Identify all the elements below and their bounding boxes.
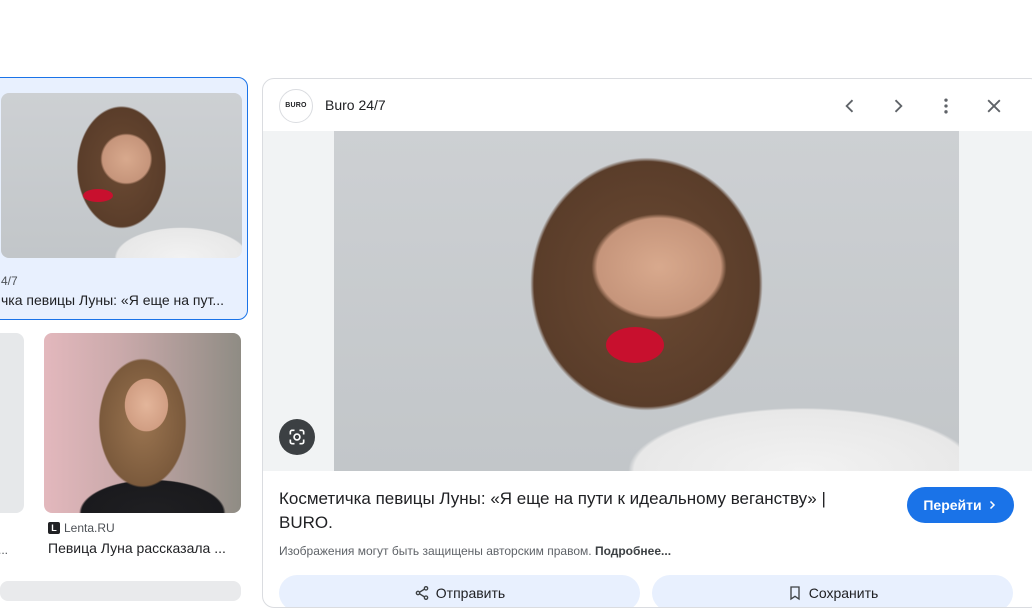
lenta-favicon-icon: L xyxy=(48,522,60,534)
lips-detail xyxy=(606,327,664,363)
source-name[interactable]: Buro 24/7 xyxy=(325,97,386,113)
previous-button[interactable] xyxy=(832,89,868,123)
chevron-right-icon xyxy=(989,500,995,510)
result-title[interactable]: чка певицы Луны: «Я еще на пут... xyxy=(1,292,237,308)
bookmark-icon xyxy=(790,586,800,601)
result-title-lenta[interactable]: Певица Луна рассказала ... xyxy=(48,540,244,556)
preview-headline[interactable]: Косметичка певицы Луны: «Я еще на пути к… xyxy=(279,487,879,535)
visit-button-label: Перейти xyxy=(923,497,982,513)
result-thumbnail-partial[interactable] xyxy=(0,333,24,513)
source-logo[interactable]: BURO xyxy=(279,89,313,123)
google-lens-icon xyxy=(289,429,305,445)
share-icon xyxy=(415,586,429,600)
close-button[interactable] xyxy=(976,89,1012,123)
image-preview-panel: BURO Buro 24/7 Косметичка певицы Луны: «… xyxy=(262,78,1032,608)
result-source-partial: ... xyxy=(0,543,9,557)
preview-image-stage xyxy=(263,131,1032,471)
copyright-text: Изображения могут быть защищены авторски… xyxy=(279,544,592,558)
result-thumbnail-lenta[interactable] xyxy=(44,333,241,513)
copyright-more-link[interactable]: Подробнее... xyxy=(595,544,671,558)
share-button[interactable]: Отправить xyxy=(279,575,640,607)
save-button[interactable]: Сохранить xyxy=(652,575,1013,607)
save-button-label: Сохранить xyxy=(808,585,879,601)
more-vert-icon xyxy=(944,98,948,114)
next-button[interactable] xyxy=(880,89,916,123)
share-button-label: Отправить xyxy=(435,585,506,601)
lips-detail xyxy=(83,189,113,202)
visit-button[interactable]: Перейти xyxy=(907,487,1014,523)
google-lens-button[interactable] xyxy=(279,419,315,455)
result-thumbnail[interactable] xyxy=(1,93,242,258)
more-options-button[interactable] xyxy=(928,89,964,123)
result-source-lenta: Lenta.RU xyxy=(64,521,115,535)
result-card-selected[interactable]: 4/7 чка певицы Луны: «Я еще на пут... xyxy=(0,77,248,320)
result-source: 4/7 xyxy=(1,274,18,288)
chevron-left-icon xyxy=(845,99,854,113)
chevron-right-icon xyxy=(894,99,903,113)
close-icon xyxy=(987,99,1001,113)
result-thumbnail-next-row[interactable] xyxy=(0,581,241,601)
copyright-notice: Изображения могут быть защищены авторски… xyxy=(279,544,671,558)
preview-image[interactable] xyxy=(334,131,959,471)
